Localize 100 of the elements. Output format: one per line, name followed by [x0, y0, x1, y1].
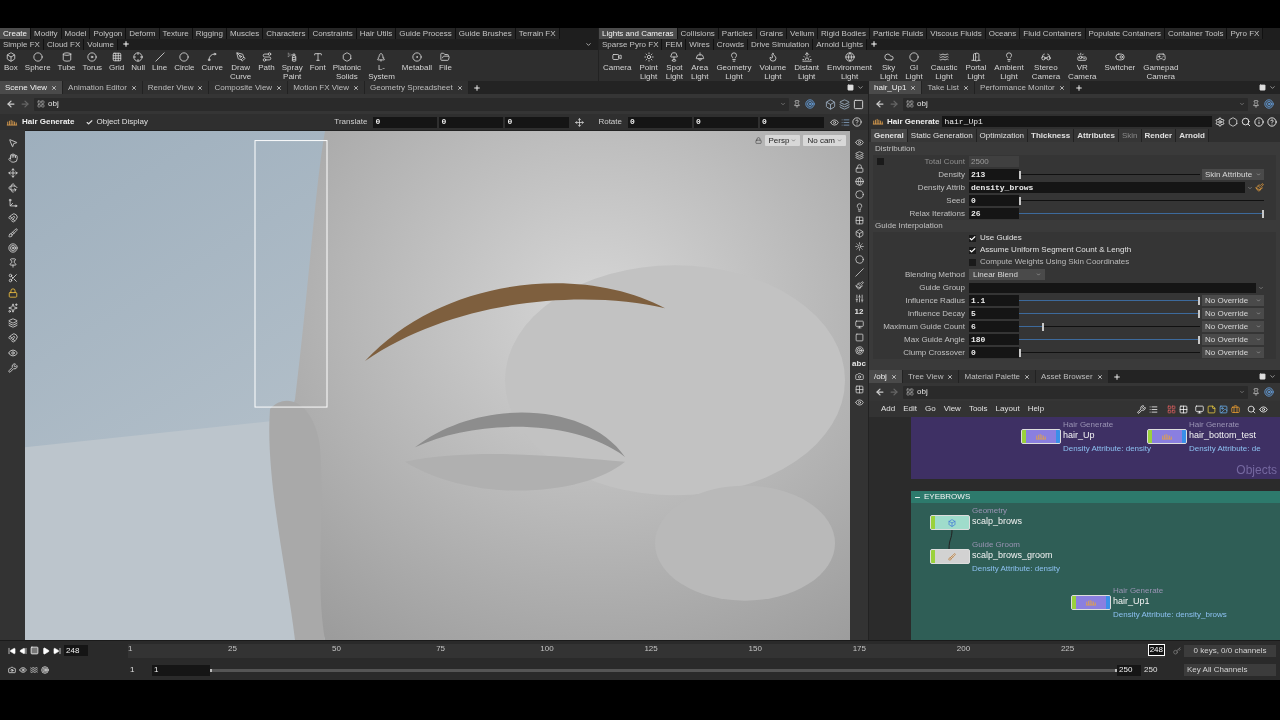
override-menu[interactable]: No Override [1202, 334, 1264, 345]
close-icon[interactable] [947, 373, 954, 380]
folder-tab[interactable]: Static Generation [907, 129, 977, 142]
checkbox[interactable] [876, 158, 884, 165]
magnet-icon[interactable] [7, 213, 18, 223]
number-field[interactable]: 6 [969, 321, 1019, 332]
close-icon[interactable] [353, 84, 359, 91]
network-node[interactable] [930, 515, 970, 530]
close-icon[interactable] [51, 84, 58, 91]
shelf-tool[interactable]: Gamepad Camera [1141, 50, 1181, 81]
close-icon[interactable] [456, 84, 463, 91]
shelf-tool[interactable]: Path [256, 50, 277, 81]
shelf-tab[interactable]: Deform [126, 28, 160, 39]
shelf-tool[interactable]: Point Light [637, 50, 660, 81]
slider-thumb[interactable] [1042, 322, 1045, 331]
shelf-tool[interactable]: L-System [366, 50, 397, 81]
shelf-tool[interactable]: Grid [107, 50, 127, 81]
shelf-tool[interactable]: Font [307, 50, 328, 81]
dropdown-menu[interactable]: Linear Blend [969, 269, 1045, 280]
folder-tab[interactable]: Optimization [976, 129, 1029, 142]
pane-tab[interactable]: hair_Up1 [869, 81, 923, 94]
shelf-tab[interactable]: Rigging [192, 28, 227, 39]
shelf-tool[interactable]: Circle [172, 50, 197, 81]
current-frame-marker[interactable]: 248 [1147, 643, 1165, 656]
target-icon[interactable] [7, 243, 18, 253]
hand-icon[interactable] [7, 153, 18, 163]
shelf-tool[interactable]: Tube [55, 50, 78, 81]
move-icon[interactable] [7, 168, 18, 178]
close-icon[interactable] [963, 84, 970, 91]
shelf-tool[interactable]: Switcher [1102, 50, 1138, 81]
override-menu[interactable]: No Override [1202, 347, 1264, 358]
skip-back-icon[interactable] [8, 646, 16, 655]
pane-menu-icon[interactable] [857, 84, 864, 91]
shelf-tab[interactable]: Crowds [713, 39, 748, 50]
bulb-icon[interactable] [854, 203, 864, 212]
sun-icon[interactable] [854, 242, 864, 251]
skip-forward-icon[interactable] [53, 646, 61, 655]
add-shelf-icon[interactable] [121, 40, 130, 48]
camera-menu[interactable]: Persp [764, 135, 801, 146]
rotate-icon[interactable] [7, 183, 18, 193]
eye-icon[interactable] [854, 398, 864, 407]
path-field[interactable]: obj [903, 385, 1248, 399]
eye-icon[interactable] [7, 348, 18, 358]
line-icon[interactable] [854, 268, 864, 277]
object-display-toggle[interactable]: Object Display [86, 116, 149, 128]
monitor-icon[interactable] [1195, 404, 1204, 414]
network-node[interactable] [930, 549, 970, 564]
brush-icon[interactable] [1255, 183, 1264, 192]
pane-tab[interactable]: Composite View [209, 81, 289, 94]
range-end-field[interactable]: 250 [1117, 664, 1141, 676]
lock-icon[interactable] [854, 164, 864, 173]
back-icon[interactable] [6, 99, 16, 109]
grid-icon[interactable] [854, 385, 864, 394]
shelf-tab[interactable]: Pyro FX [1227, 28, 1264, 39]
info-icon[interactable] [1254, 116, 1264, 127]
menu-item[interactable]: Edit [903, 403, 918, 415]
layers-icon[interactable] [854, 151, 864, 160]
network-node[interactable] [1021, 429, 1061, 444]
search-icon[interactable] [1241, 116, 1251, 127]
hexagon-icon[interactable] [1228, 116, 1238, 127]
brush-icon[interactable] [854, 281, 864, 290]
briefcase-icon[interactable] [1231, 404, 1240, 414]
folder-tab[interactable]: Arnold [1176, 129, 1209, 142]
close-icon[interactable] [910, 84, 917, 91]
number-field[interactable]: 5 [969, 308, 1019, 319]
square-icon[interactable] [853, 98, 864, 110]
shelf-tool[interactable]: Sphere [22, 50, 53, 81]
number-field[interactable]: 26 [969, 208, 1019, 219]
number-field[interactable]: 0 [760, 116, 824, 128]
shelf-tool[interactable]: GI Light [903, 50, 925, 81]
shelf-tool[interactable]: Stereo Camera [1029, 50, 1063, 81]
list-icon[interactable] [1149, 404, 1158, 414]
target-icon[interactable] [805, 99, 815, 109]
pane-tab[interactable]: /obj [869, 370, 903, 383]
number-field[interactable]: 213 [969, 169, 1019, 180]
shelf-tab[interactable]: Arnold Lights [813, 39, 867, 50]
shelf-tab[interactable]: Fluid Containers [1020, 28, 1086, 39]
pane-tab[interactable]: Scene View [0, 81, 64, 94]
add-shelf-icon[interactable] [869, 40, 878, 48]
shelf-tab[interactable]: Texture [159, 28, 193, 39]
eye-icon[interactable] [1259, 404, 1268, 414]
checkbox[interactable] [969, 258, 976, 266]
pane-tab[interactable]: Motion FX View [288, 81, 365, 94]
number-field[interactable]: 180 [969, 334, 1019, 345]
circle-icon[interactable] [854, 190, 864, 199]
add-tab-icon[interactable] [1074, 83, 1083, 92]
number-field[interactable]: 0 [505, 116, 570, 128]
maximize-icon[interactable] [1259, 84, 1266, 91]
text-field[interactable] [969, 282, 1256, 293]
shelf-tool[interactable]: Distant Light [792, 50, 822, 81]
number-field[interactable]: 0 [373, 116, 438, 128]
shelf-tab[interactable]: Viscous Fluids [927, 28, 986, 39]
number-field[interactable]: 0 [969, 347, 1019, 358]
sticky-note-icon[interactable] [1207, 404, 1216, 414]
number-field[interactable]: 1.1 [969, 295, 1019, 306]
back-icon[interactable] [875, 387, 885, 397]
close-icon[interactable] [1024, 373, 1031, 380]
number-field[interactable]: 0 [694, 116, 758, 128]
display-label[interactable]: 12 [854, 307, 864, 316]
shelf-tool[interactable]: Box [2, 50, 20, 81]
